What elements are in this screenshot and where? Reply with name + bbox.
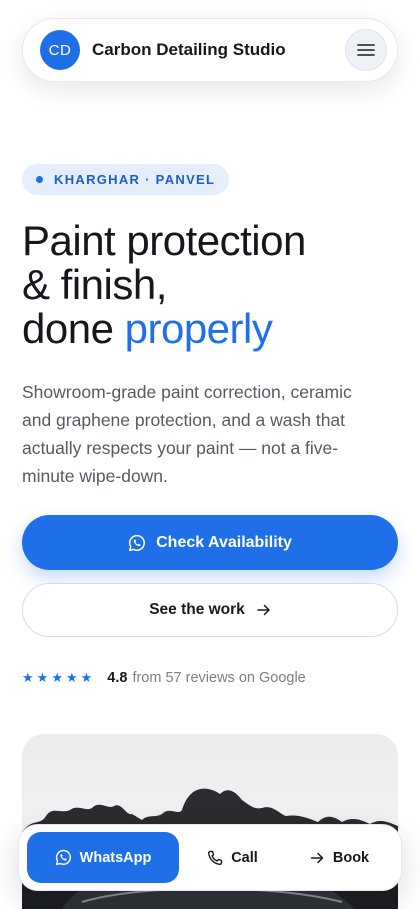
whatsapp-button[interactable]: WhatsApp bbox=[27, 832, 179, 883]
site-header: CD Carbon Detailing Studio bbox=[22, 18, 398, 82]
whatsapp-label: WhatsApp bbox=[79, 849, 152, 866]
book-button[interactable]: Book bbox=[286, 850, 393, 866]
headline-line-2: & finish, bbox=[22, 261, 167, 308]
star-icon: ★ bbox=[36, 670, 49, 685]
headline-line-1: Paint protection bbox=[22, 217, 306, 264]
location-badge-text: KHARGHAR · PANVEL bbox=[54, 172, 216, 187]
rating-text: from 57 reviews on Google bbox=[132, 670, 306, 686]
star-icon: ★ bbox=[80, 670, 93, 685]
star-icon: ★ bbox=[65, 670, 78, 685]
check-availability-label: Check Availability bbox=[156, 533, 292, 551]
arrow-right-icon bbox=[257, 604, 271, 616]
rating-score: 4.8 bbox=[107, 670, 128, 686]
check-availability-button[interactable]: Check Availability bbox=[22, 515, 398, 570]
call-label: Call bbox=[231, 849, 258, 866]
location-badge: KHARGHAR · PANVEL bbox=[22, 164, 230, 195]
hero-headline: Paint protection & finish, done properly bbox=[22, 219, 402, 351]
whatsapp-icon bbox=[55, 849, 72, 866]
book-label: Book bbox=[332, 849, 370, 866]
rating-stars: ★ ★ ★ ★ ★ bbox=[22, 670, 95, 686]
google-rating: ★ ★ ★ ★ ★ 4.8 from 57 reviews on Google bbox=[22, 670, 306, 686]
menu-button[interactable] bbox=[345, 29, 387, 71]
hamburger-icon bbox=[357, 44, 375, 56]
headline-line-3: done bbox=[22, 305, 114, 352]
brand-name[interactable]: Carbon Detailing Studio bbox=[92, 40, 345, 60]
whatsapp-icon bbox=[128, 534, 146, 552]
headline-accent: properly bbox=[124, 305, 273, 352]
arrow-right-icon bbox=[310, 852, 325, 864]
logo-badge[interactable]: CD bbox=[40, 30, 80, 70]
star-icon: ★ bbox=[22, 670, 34, 685]
phone-icon bbox=[207, 850, 223, 866]
star-icon: ★ bbox=[51, 670, 63, 685]
badge-dot bbox=[36, 176, 43, 183]
hero-description: Showroom-grade paint correction, ceramic… bbox=[22, 382, 352, 486]
bottom-action-bar: WhatsApp Call Book bbox=[18, 824, 402, 891]
see-the-work-label: See the work bbox=[149, 601, 245, 618]
call-button[interactable]: Call bbox=[179, 850, 286, 866]
see-the-work-button[interactable]: See the work bbox=[22, 583, 398, 637]
logo-text: CD bbox=[48, 41, 72, 59]
